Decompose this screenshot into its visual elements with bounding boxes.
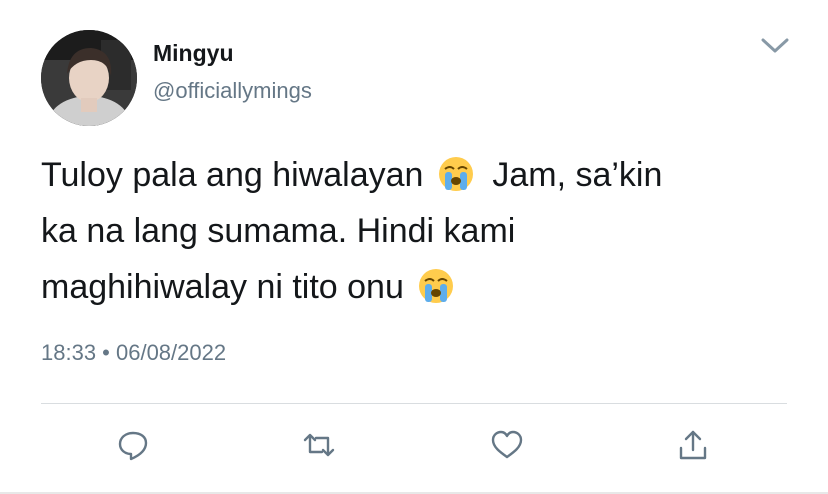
reply-icon[interactable]	[116, 428, 150, 462]
avatar-photo	[41, 30, 137, 126]
like-icon[interactable]	[490, 428, 524, 462]
tweet-line-2: ka na lang sumama. Hindi kami	[41, 212, 516, 250]
loudly-crying-face-icon	[438, 157, 473, 191]
author-name[interactable]: Mingyu	[153, 40, 234, 67]
loudly-crying-face-icon	[419, 269, 454, 303]
tweet-text-segment: Tuloy pala ang hiwalayan	[41, 156, 424, 194]
avatar[interactable]	[41, 30, 137, 126]
tweet-timestamp[interactable]: 18:33 • 06/08/2022	[41, 340, 226, 366]
tweet-text: Tuloy pala ang hiwalayan Jam, sa’kin ka …	[41, 147, 801, 315]
divider	[41, 403, 787, 404]
tweet-line-3: maghihiwalay ni tito onu	[41, 259, 801, 315]
tweet-line-1: Tuloy pala ang hiwalayan Jam, sa’kin	[41, 147, 801, 203]
author-handle[interactable]: @officiallymings	[153, 78, 312, 104]
chevron-down-icon[interactable]	[758, 35, 792, 57]
retweet-icon[interactable]	[302, 428, 336, 462]
share-icon[interactable]	[676, 428, 710, 462]
tweet-text-segment: Jam, sa’kin	[492, 156, 663, 194]
tweet-text-segment: maghihiwalay ni tito onu	[41, 268, 404, 306]
